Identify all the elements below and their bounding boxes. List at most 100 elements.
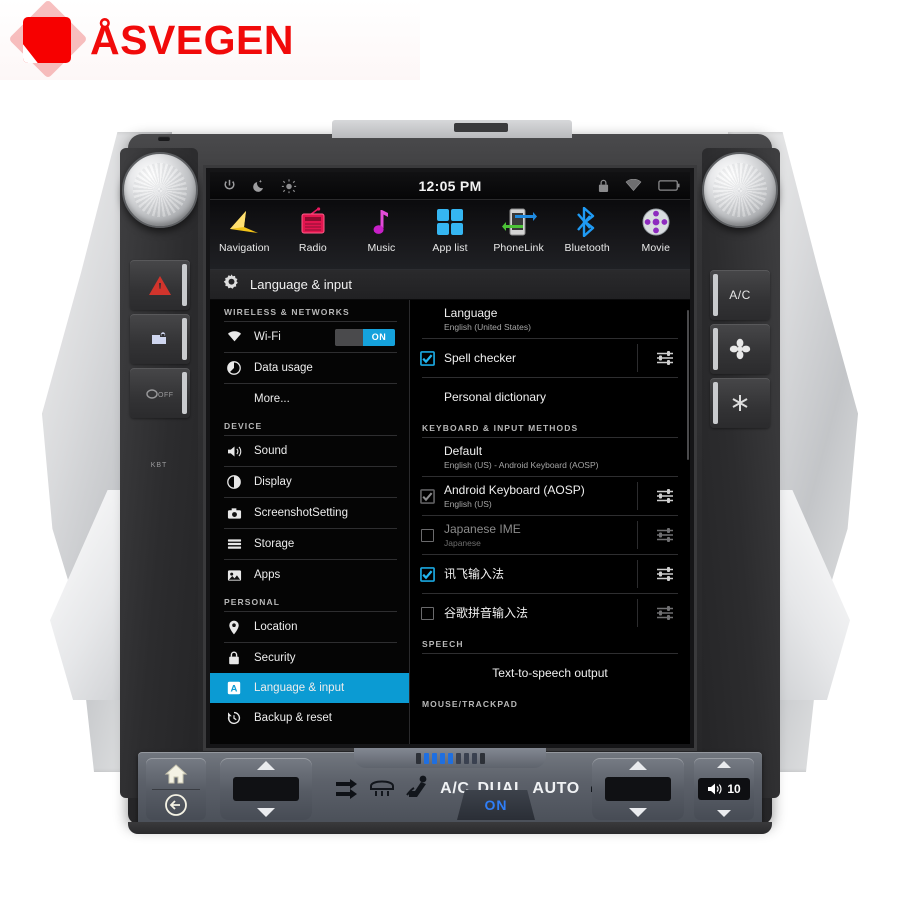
detail-scrollbar[interactable] (687, 310, 689, 460)
app-radio[interactable]: Radio (279, 200, 348, 254)
hvac-on-button[interactable]: ON (457, 790, 535, 820)
detail-row-android-keyboard-title: Android Keyboard (AOSP) (444, 482, 585, 497)
recirculate-icon[interactable] (334, 772, 360, 807)
google-pinyin-ime-settings-icon[interactable] (640, 604, 690, 622)
seat-airflow-icon[interactable] (404, 773, 432, 806)
detail-row-google-pinyin-ime[interactable]: 谷歌拼音输入法 (410, 594, 690, 632)
detail-row-japanese-ime-subtitle: Japanese (444, 537, 481, 548)
sidebar-item-data-usage[interactable]: Data usage (210, 353, 409, 383)
left-knob[interactable] (122, 152, 198, 228)
spell-checker-settings-icon[interactable] (640, 349, 690, 367)
detail-row-language[interactable]: Language English (United States) (410, 300, 690, 338)
settings-title: Language & input (250, 277, 352, 292)
music-note-icon (367, 204, 395, 240)
passenger-temp-up-button[interactable] (629, 761, 647, 770)
xunfei-ime-checkbox[interactable] (410, 566, 444, 582)
home-button[interactable] (146, 758, 206, 789)
ac-button[interactable]: A/C (710, 270, 770, 320)
sidebar-header-device: DEVICE (224, 421, 263, 431)
brand-header: ÅSVEGEN (0, 0, 420, 80)
app-music[interactable]: Music (347, 200, 416, 254)
xunfei-ime-settings-icon[interactable] (640, 565, 690, 583)
navigation-arrow-icon (227, 204, 261, 240)
spell-checker-checkbox[interactable] (410, 350, 444, 366)
japanese-ime-checkbox[interactable] (410, 528, 444, 542)
unit-bottom-edge (128, 822, 772, 834)
sidebar-item-wifi[interactable]: Wi-Fi ON (210, 322, 409, 352)
volume-down-button[interactable] (717, 810, 731, 817)
hazard-button[interactable] (130, 260, 190, 310)
detail-row-xunfei-ime[interactable]: 讯飞输入法 (410, 555, 690, 593)
wifi-toggle[interactable]: ON (335, 328, 395, 346)
driver-temp-down-button[interactable] (257, 808, 275, 817)
volume-up-button[interactable] (717, 761, 731, 768)
left-indicator-led (158, 136, 170, 141)
right-knob[interactable] (702, 152, 778, 228)
passenger-temp-down-button[interactable] (629, 808, 647, 817)
japanese-ime-settings-icon[interactable] (640, 526, 690, 544)
app-app-list-label: App list (432, 242, 468, 254)
volume-display: 10 (698, 778, 750, 800)
detail-row-spell-checker[interactable]: Spell checker (410, 339, 690, 377)
back-arrow-icon (165, 793, 187, 816)
app-bluetooth[interactable]: Bluetooth (553, 200, 622, 254)
sidebar-item-screenshot-setting[interactable]: ScreenshotSetting (210, 498, 409, 528)
lock-icon (598, 179, 609, 193)
app-movie[interactable]: Movie (621, 200, 690, 254)
passenger-temp-control (592, 758, 684, 820)
sidebar-item-backup-reset[interactable]: Backup & reset (210, 703, 409, 733)
sidebar-item-display[interactable]: Display (210, 467, 409, 497)
sidebar-item-language-input[interactable]: A Language & input (210, 673, 409, 703)
android-keyboard-settings-icon[interactable] (640, 487, 690, 505)
settings-sidebar[interactable]: WIRELESS & NETWORKS Wi-Fi ON Data usage … (210, 300, 410, 744)
sidebar-item-storage[interactable]: Storage (210, 529, 409, 559)
detail-row-personal-dictionary[interactable]: Personal dictionary (410, 378, 690, 416)
sidebar-item-apps[interactable]: Apps (210, 560, 409, 590)
google-pinyin-ime-checkbox[interactable] (410, 606, 444, 620)
detail-row-default-title: Default (444, 443, 483, 458)
fan-button[interactable] (710, 324, 770, 374)
detail-row-japanese-ime-title: Japanese IME (444, 521, 521, 536)
sidebar-item-location[interactable]: Location (210, 612, 409, 642)
app-navigation[interactable]: Navigation (210, 200, 279, 254)
detail-row-japanese-ime[interactable]: Japanese IME Japanese (410, 516, 690, 554)
front-defrost-icon[interactable] (368, 776, 396, 803)
detail-row-language-title: Language (444, 305, 498, 320)
vsc-off-button[interactable]: OFF (130, 368, 190, 418)
detail-header-mouse-trackpad: MOUSE/TRACKPAD (422, 699, 518, 709)
data-usage-icon (226, 361, 242, 375)
sidebar-item-language-input-label: Language & input (254, 682, 345, 694)
sidebar-item-backup-reset-label: Backup & reset (254, 712, 332, 724)
status-bar: 12:05 PM (210, 172, 690, 200)
app-grid-icon (435, 204, 465, 240)
sidebar-item-security[interactable]: Security (210, 643, 409, 673)
driver-temp-up-button[interactable] (257, 761, 275, 770)
sidebar-item-sound[interactable]: Sound (210, 436, 409, 466)
defrost-button[interactable] (710, 378, 770, 428)
detail-row-xunfei-ime-title: 讯飞输入法 (444, 566, 505, 581)
lock-icon (226, 651, 242, 665)
settings-detail-pane[interactable]: Language English (United States) Spell c… (410, 300, 690, 744)
app-bluetooth-label: Bluetooth (564, 242, 610, 254)
app-app-list[interactable]: App list (416, 200, 485, 254)
detail-row-tts-output[interactable]: Text-to-speech output (410, 654, 690, 692)
driver-temp-control (220, 758, 312, 820)
detail-row-android-keyboard[interactable]: Android Keyboard (AOSP) English (US) (410, 477, 690, 515)
svg-text:A: A (231, 683, 238, 694)
app-phonelink-label: PhoneLink (493, 242, 544, 254)
vsc-off-icon: OFF (146, 389, 173, 399)
sidebar-item-sound-label: Sound (254, 445, 288, 457)
door-lock-button[interactable] (130, 314, 190, 364)
right-button-column (702, 148, 780, 798)
location-pin-icon (226, 620, 242, 635)
app-dock: Navigation Radio Music App list PhoneLin… (210, 200, 690, 270)
touchscreen[interactable]: 12:05 PM Navigation Radio Music App list… (210, 172, 690, 744)
back-button[interactable] (146, 789, 206, 820)
app-phonelink[interactable]: PhoneLink (484, 200, 553, 254)
detail-row-tts-output-title: Text-to-speech output (492, 665, 608, 680)
sidebar-item-more[interactable]: More... (210, 384, 409, 414)
android-keyboard-checkbox[interactable] (410, 488, 444, 504)
detail-row-default[interactable]: Default English (US) - Android Keyboard … (410, 438, 690, 476)
auto-label[interactable]: AUTO (532, 780, 579, 798)
sidebar-item-apps-label: Apps (254, 569, 281, 581)
